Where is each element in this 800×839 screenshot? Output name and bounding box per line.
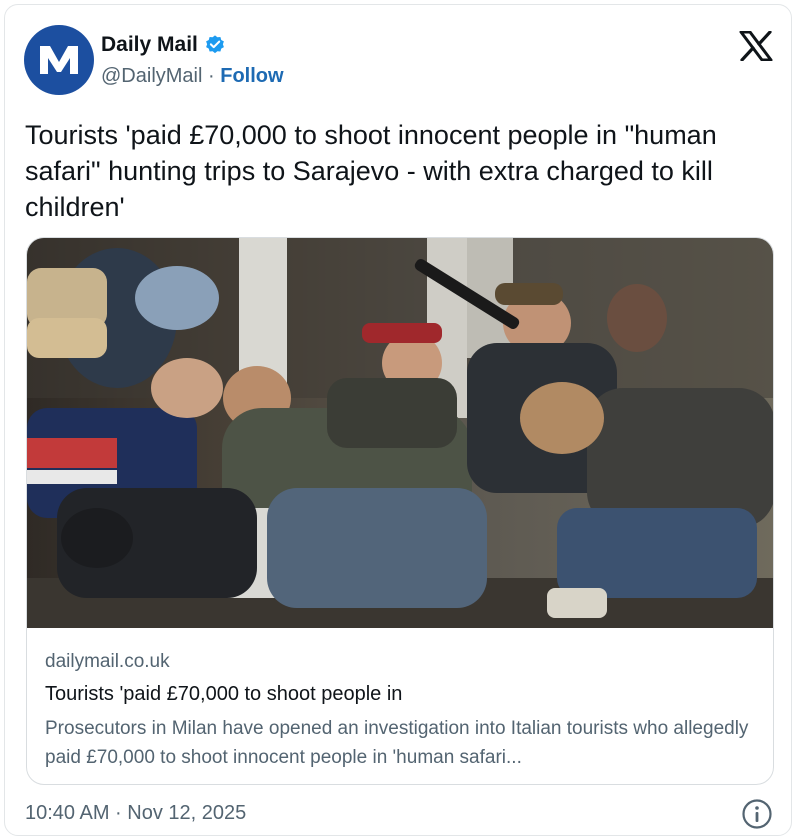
- link-domain: dailymail.co.uk: [45, 651, 170, 672]
- separator-dot: ·: [208, 65, 215, 87]
- tweet-card: Daily Mail @DailyMail · Follow Tourists …: [4, 4, 792, 836]
- account-handle[interactable]: @DailyMail: [101, 65, 202, 87]
- tweet-text: Tourists 'paid £70,000 to shoot innocent…: [25, 120, 717, 222]
- handle-row: @DailyMail · Follow: [101, 65, 284, 88]
- info-icon[interactable]: [741, 798, 773, 830]
- link-title: Tourists 'paid £70,000 to shoot people i…: [45, 683, 403, 705]
- link-preview-card[interactable]: dailymail.co.uk Tourists 'paid £70,000 t…: [26, 237, 774, 785]
- daily-mail-logo: [40, 46, 78, 74]
- tweet-timestamp[interactable]: 10:40 AM · Nov 12, 2025: [25, 802, 246, 825]
- account-name[interactable]: Daily Mail: [101, 33, 198, 57]
- x-logo-icon[interactable]: [739, 31, 773, 61]
- link-description: Prosecutors in Milan have opened an inve…: [45, 718, 749, 768]
- follow-button[interactable]: Follow: [220, 65, 283, 87]
- verified-badge-icon: [205, 35, 224, 54]
- article-photo[interactable]: [27, 238, 774, 628]
- account-name-row: Daily Mail: [101, 33, 226, 57]
- avatar[interactable]: [24, 25, 94, 95]
